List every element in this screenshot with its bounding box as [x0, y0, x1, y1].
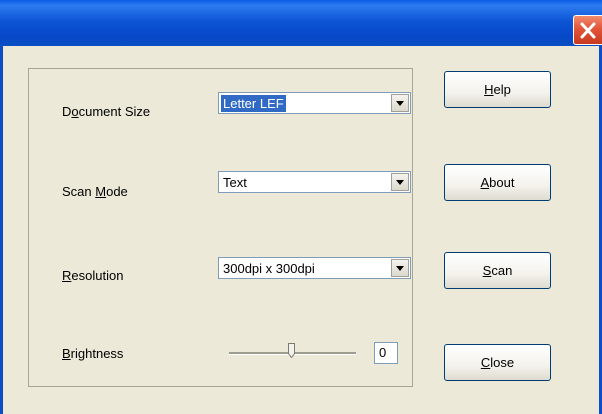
- scan-mode-label: Scan Mode: [62, 184, 128, 199]
- resolution-label: Resolution: [62, 268, 124, 283]
- scan-button[interactable]: Scan: [444, 252, 551, 289]
- title-bar: [0, 0, 602, 46]
- document-size-value: Letter LEF: [221, 95, 286, 112]
- scan-mode-dropdown[interactable]: Text: [218, 171, 411, 193]
- close-button[interactable]: [573, 15, 602, 45]
- resolution-dropdown[interactable]: 300dpi x 300dpi: [218, 257, 411, 279]
- document-size-dropdown[interactable]: Letter LEF: [218, 92, 411, 114]
- chevron-down-icon[interactable]: [391, 94, 409, 112]
- chevron-down-icon[interactable]: [391, 173, 409, 191]
- brightness-slider-thumb[interactable]: [288, 343, 295, 358]
- brightness-value: 0: [374, 342, 398, 364]
- chevron-down-icon[interactable]: [391, 259, 409, 277]
- resolution-value: 300dpi x 300dpi: [223, 261, 315, 276]
- about-button[interactable]: About: [444, 164, 551, 201]
- document-size-label: Document Size: [62, 104, 151, 119]
- brightness-label: Brightness: [62, 346, 124, 361]
- help-button[interactable]: Help: [444, 71, 551, 108]
- scan-mode-value: Text: [223, 175, 247, 190]
- close-dialog-button[interactable]: Close: [444, 344, 551, 381]
- close-icon: [580, 22, 596, 39]
